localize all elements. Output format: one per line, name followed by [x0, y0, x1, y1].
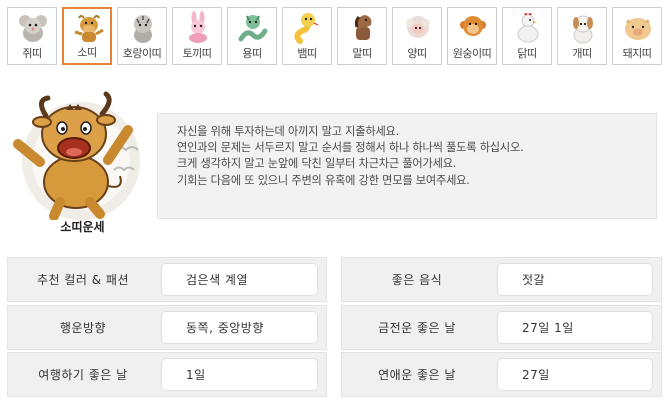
tab-snake[interactable]: 뱀띠	[282, 7, 332, 65]
info-value: 27일	[497, 358, 653, 391]
dog-icon	[565, 11, 601, 45]
info-label: 행운방향	[59, 321, 107, 335]
info-row-lucky-direction: 행운방향 동쪽, 중앙방향	[7, 305, 327, 350]
tab-label: 토끼띠	[182, 47, 212, 60]
info-row-money-day: 금전운 좋은 날 27일 1일	[341, 305, 662, 350]
sheep-icon	[400, 11, 436, 45]
info-row-travel-day: 여행하기 좋은 날 1일	[7, 352, 327, 397]
tab-label: 원숭이띠	[452, 47, 492, 60]
fortune-line: 연인과의 문제는 서두르지 말고 순서를 정해서 하나 하나씩 풀도록 하십시오…	[177, 141, 524, 155]
info-row-good-food: 좋은 음식 젓갈	[341, 257, 662, 302]
info-value: 검은색 계열	[161, 263, 318, 296]
tab-label: 용띠	[242, 47, 262, 60]
tab-label: 말띠	[352, 47, 372, 60]
tab-rabbit[interactable]: 토끼띠	[172, 7, 222, 65]
tab-monkey[interactable]: 원숭이띠	[447, 7, 497, 65]
info-row-love-day: 연애운 좋은 날 27일	[341, 352, 662, 397]
tab-label: 양띠	[407, 47, 427, 60]
info-value: 동쪽, 중앙방향	[161, 311, 318, 344]
info-value: 1일	[161, 358, 318, 391]
info-label: 좋은 음식	[391, 273, 443, 287]
tab-tiger[interactable]: 호랑이띠	[117, 7, 167, 65]
info-value: 젓갈	[497, 263, 653, 296]
tab-sheep[interactable]: 양띠	[392, 7, 442, 65]
fortune-line: 크게 생각하지 말고 눈앞에 닥친 일부터 차근차근 풀어가세요.	[177, 157, 457, 171]
hero-caption: 소띠운세	[60, 220, 105, 234]
tab-label: 개띠	[572, 47, 592, 60]
fortune-line: 기회는 다음에 또 있으니 주변의 유혹에 강한 면모를 보여주세요.	[177, 173, 470, 187]
ox-icon	[71, 12, 107, 46]
tab-label: 뱀띠	[297, 47, 317, 60]
rabbit-icon	[180, 11, 216, 45]
tab-ox[interactable]: 소띠	[62, 7, 112, 65]
tab-label: 소띠	[77, 46, 97, 59]
tiger-icon	[125, 11, 161, 45]
zodiac-tab-strip: 쥐띠 소띠 호랑이띠 토끼띠 용띠 뱀띠 말띠 양띠 원숭이띠 닭띠 개띠 돼지…	[7, 7, 667, 67]
ox-icon	[13, 91, 139, 220]
tab-label: 돼지띠	[622, 47, 652, 60]
info-label: 여행하기 좋은 날	[38, 368, 128, 382]
fortune-text-box: 자신을 위해 투자하는데 아끼지 말고 지출하세요. 연인과의 문제는 서두르지…	[157, 113, 657, 219]
tab-pig[interactable]: 돼지띠	[612, 7, 662, 65]
info-label: 추천 컬러 & 패션	[36, 273, 130, 287]
info-row-color-fashion: 추천 컬러 & 패션 검은색 계열	[7, 257, 327, 302]
snake-icon	[290, 11, 326, 45]
rooster-icon	[510, 11, 546, 45]
tab-dragon[interactable]: 용띠	[227, 7, 277, 65]
tab-label: 호랑이띠	[122, 47, 162, 60]
dragon-icon	[235, 11, 271, 45]
tab-label: 닭띠	[517, 47, 537, 60]
hero-illustration: 소띠운세	[10, 90, 155, 240]
horse-icon	[345, 11, 381, 45]
rat-icon	[15, 11, 51, 45]
monkey-icon	[455, 11, 491, 45]
fortune-line: 자신을 위해 투자하는데 아끼지 말고 지출하세요.	[177, 125, 399, 138]
info-label: 연애운 좋은 날	[378, 368, 456, 382]
tab-label: 쥐띠	[22, 47, 42, 60]
tab-rat[interactable]: 쥐띠	[7, 7, 57, 65]
pig-icon	[620, 11, 656, 45]
tab-rooster[interactable]: 닭띠	[502, 7, 552, 65]
tab-dog[interactable]: 개띠	[557, 7, 607, 65]
info-value: 27일 1일	[497, 311, 653, 344]
info-label: 금전운 좋은 날	[378, 321, 456, 335]
tab-horse[interactable]: 말띠	[337, 7, 387, 65]
